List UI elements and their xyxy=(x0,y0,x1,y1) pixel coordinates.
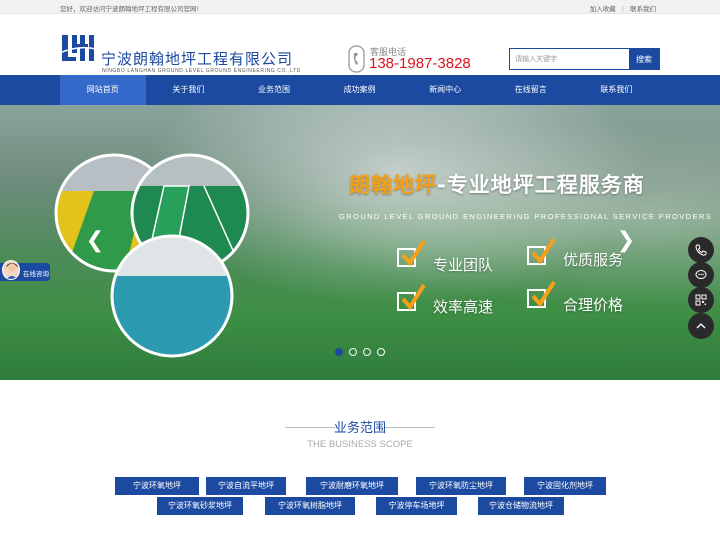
section-subtitle: THE BUSINESS SCOPE xyxy=(307,439,413,450)
nav-item-home[interactable]: 网站首页 xyxy=(60,75,146,105)
company-logo[interactable] xyxy=(60,33,96,63)
feature-price: 合理价格 xyxy=(563,296,624,314)
search-button[interactable]: 搜索 xyxy=(629,49,659,69)
prev-slide-icon[interactable]: ❮ xyxy=(85,227,105,255)
banner-title-dash: - xyxy=(437,173,447,197)
phone-icon xyxy=(348,45,365,73)
search-input[interactable] xyxy=(510,49,629,69)
nav-item-contact[interactable]: 联系我们 xyxy=(574,75,660,105)
hero-banner[interactable]: 朗翰地坪-专业地坪工程服务商 GROUND LEVEL GROUND ENGIN… xyxy=(0,105,720,380)
feature-efficiency: 效率高速 xyxy=(433,298,494,316)
welcome-text: 您好，欢迎访问宁波朗翰地坪工程有限公司官网! xyxy=(60,5,200,13)
nav-item-news[interactable]: 新闻中心 xyxy=(402,75,488,105)
banner-title-main: 专业地坪工程服务商 xyxy=(446,173,645,197)
check-icon xyxy=(401,239,426,267)
top-links: 加入收藏 | 联系我们 xyxy=(590,3,656,13)
header: 宁波朗翰地坪工程有限公司 NINGBO LANGHAN GROUND LEVEL… xyxy=(0,14,720,75)
business-tag[interactable]: 宁波环氧防尘地坪 xyxy=(416,477,506,495)
company-name-en: NINGBO LANGHAN GROUND LEVEL GROUND ENGIN… xyxy=(102,68,301,74)
add-favorite-link[interactable]: 加入收藏 xyxy=(590,5,616,13)
qrcode-icon[interactable] xyxy=(688,287,714,313)
search-box: 搜索 xyxy=(509,48,660,70)
business-tag[interactable]: 宁波固化剂地坪 xyxy=(524,477,606,495)
feature-service: 优质服务 xyxy=(563,251,624,269)
business-tag[interactable]: 宁波环氧砂浆地坪 xyxy=(157,497,243,515)
nav-item-about[interactable]: 关于我们 xyxy=(146,75,232,105)
slide-dot-4[interactable] xyxy=(377,348,385,356)
main-nav: 网站首页 关于我们 业务范围 成功案例 新闻中心 在线留言 联系我们 xyxy=(0,75,720,105)
top-bar: 您好，欢迎访问宁波朗翰地坪工程有限公司官网! 加入收藏 | 联系我们 xyxy=(0,0,720,14)
banner-title-accent: 朗翰地坪 xyxy=(349,173,437,197)
business-tag[interactable]: 宁波环氧树脂地坪 xyxy=(265,497,355,515)
chat-icon[interactable] xyxy=(688,262,714,288)
back-to-top-icon[interactable] xyxy=(688,313,714,339)
business-tag[interactable]: 宁波耐磨环氧地坪 xyxy=(306,477,398,495)
contact-link[interactable]: 联系我们 xyxy=(630,5,656,13)
check-icon xyxy=(401,283,426,311)
check-icon xyxy=(531,237,556,265)
phone-number: 138-1987-3828 xyxy=(369,55,471,72)
slide-dot-2[interactable] xyxy=(349,348,357,356)
divider: | xyxy=(621,5,624,13)
section-title: 业务范围 xyxy=(333,421,386,436)
nav-item-business[interactable]: 业务范围 xyxy=(231,75,317,105)
business-tag[interactable]: 宁波自流平地坪 xyxy=(206,477,286,495)
banner-subtitle: GROUND LEVEL GROUND ENGINEERING PROFESSI… xyxy=(339,212,713,221)
phone-icon[interactable] xyxy=(688,237,714,263)
banner-title: 朗翰地坪-专业地坪工程服务商 xyxy=(349,169,645,199)
next-slide-icon[interactable]: ❯ xyxy=(616,227,636,255)
online-chat-label: 在线咨询 xyxy=(23,270,49,278)
slide-indicators xyxy=(335,348,385,356)
business-tag[interactable]: 宁波停车场地坪 xyxy=(376,497,457,515)
business-tag[interactable]: 宁波仓储物流地坪 xyxy=(478,497,564,515)
check-icon xyxy=(531,280,556,308)
slide-dot-3[interactable] xyxy=(363,348,371,356)
feature-team: 专业团队 xyxy=(433,256,494,274)
floor-photo-collage xyxy=(54,153,250,358)
online-chat-button[interactable]: 在线咨询 xyxy=(0,260,50,281)
company-name: 宁波朗翰地坪工程有限公司 xyxy=(101,50,294,68)
avatar xyxy=(2,260,20,280)
business-tag[interactable]: 宁波环氧地坪 xyxy=(115,477,199,495)
nav-item-cases[interactable]: 成功案例 xyxy=(317,75,403,105)
slide-dot-1[interactable] xyxy=(335,348,343,356)
nav-item-message[interactable]: 在线留言 xyxy=(488,75,574,105)
